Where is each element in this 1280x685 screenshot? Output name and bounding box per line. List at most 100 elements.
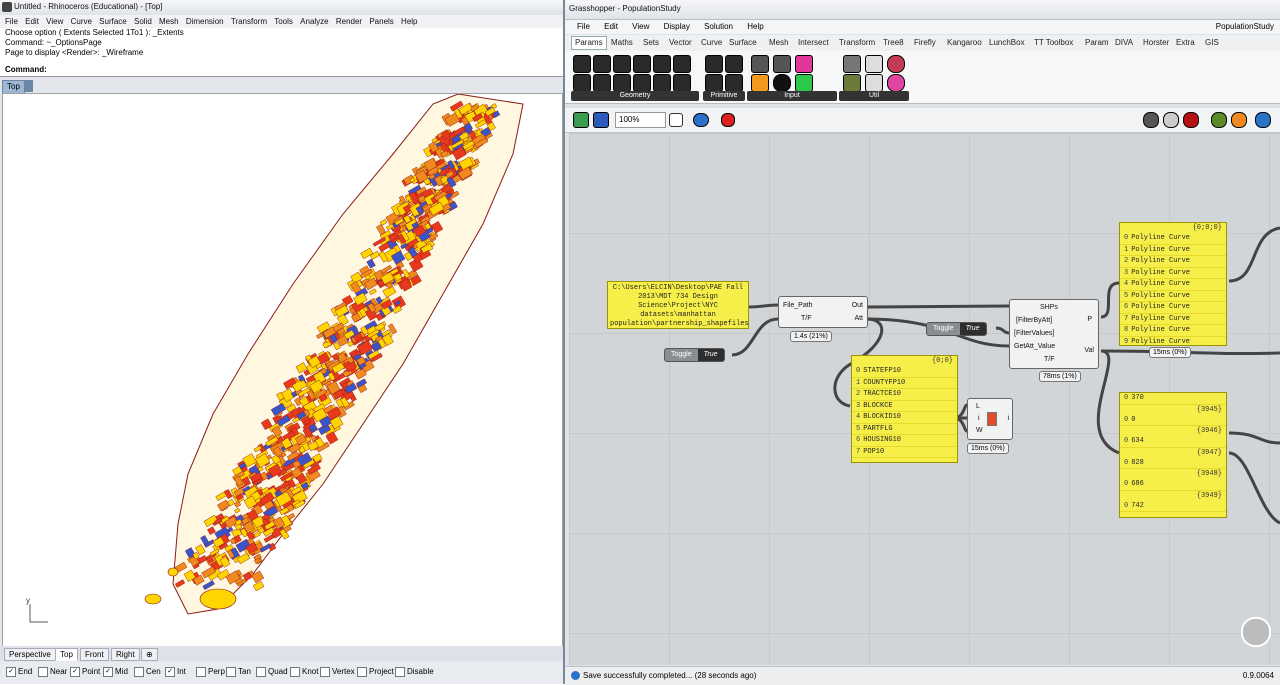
tab-front[interactable]: Front	[80, 648, 109, 661]
menu-solid[interactable]: Solid	[134, 15, 152, 28]
boolean-toggle-1[interactable]: Toggle True	[664, 348, 725, 362]
toggle-1-value[interactable]: True	[697, 349, 724, 361]
osnap-tan[interactable]: Tan	[226, 667, 251, 677]
osnap-checkbox[interactable]	[256, 667, 266, 677]
menu-surface[interactable]: Surface	[99, 15, 127, 28]
values-output-panel[interactable]: 0 370 {3945} 0 0 {3946} 0 634 {3947} 0 828 {3948} 0 6…	[1119, 392, 1227, 518]
util-jump-icon[interactable]	[843, 55, 861, 73]
gh-tab-mesh[interactable]: Mesh	[769, 37, 789, 49]
add-viewport-icon[interactable]: ⊕	[141, 648, 158, 661]
boolean-toggle-2[interactable]: Toggle True	[926, 322, 987, 336]
param-brep-icon[interactable]	[673, 55, 691, 73]
output-p[interactable]: P	[1087, 315, 1092, 324]
osnap-int[interactable]: ✓ Int	[165, 667, 186, 677]
param-line-icon[interactable]	[573, 74, 591, 92]
gh-tab-maths[interactable]: Maths	[611, 37, 633, 49]
open-file-icon[interactable]	[573, 112, 589, 128]
util-panel-icon[interactable]	[865, 55, 883, 73]
input-get-att-value[interactable]: GetAtt_Value	[1014, 342, 1055, 351]
menu-file[interactable]: File	[5, 15, 18, 28]
osnap-checkbox[interactable]	[226, 667, 236, 677]
menu-render[interactable]: Render	[336, 15, 362, 28]
osnap-checkbox[interactable]: ✓	[6, 667, 16, 677]
gh-tab-transform[interactable]: Transform	[839, 37, 875, 49]
menu-help[interactable]: Help	[401, 15, 417, 28]
osnap-perp[interactable]: Perp	[196, 667, 225, 677]
gh-canvas[interactable]: C:\Users\ELCIN\Desktop\PAE Fall 2013\MDT…	[569, 133, 1280, 665]
osnap-quad[interactable]: Quad	[256, 667, 288, 677]
param-circle-icon[interactable]	[593, 55, 611, 73]
output-item[interactable]: i	[1007, 414, 1009, 423]
tab-right[interactable]: Right	[111, 648, 140, 661]
gh-tab-extra[interactable]: Extra	[1176, 37, 1195, 49]
preview-colour-icon[interactable]	[1231, 112, 1247, 128]
input-tf-2[interactable]: T/F	[1044, 355, 1055, 364]
param-curve-icon[interactable]	[613, 55, 631, 73]
input-shps[interactable]: SHPs	[1040, 303, 1058, 312]
osnap-checkbox[interactable]	[395, 667, 405, 677]
param-arc-icon[interactable]	[633, 55, 651, 73]
osnap-vertex[interactable]: Vertex	[320, 667, 355, 677]
input-swatch-icon[interactable]	[795, 55, 813, 73]
osnap-checkbox[interactable]	[357, 667, 367, 677]
gh-tab-lunchbox[interactable]: LunchBox	[989, 37, 1025, 49]
util-scribble-icon[interactable]	[865, 74, 883, 92]
osnap-near[interactable]: Near	[38, 667, 67, 677]
menu-view[interactable]: View	[46, 15, 63, 28]
param-box-icon[interactable]	[653, 55, 671, 73]
gh-tab-firefly[interactable]: Firefly	[914, 37, 936, 49]
util-image-icon[interactable]	[843, 74, 861, 92]
osnap-end[interactable]: ✓ End	[6, 667, 32, 677]
gh-menu-edit[interactable]: Edit	[604, 20, 618, 34]
output-out[interactable]: Out	[852, 301, 863, 310]
osnap-disable[interactable]: Disable	[395, 667, 434, 677]
menu-dimension[interactable]: Dimension	[186, 15, 224, 28]
gh-tab-kangaroo[interactable]: Kangaroo	[947, 37, 982, 49]
read-shapefile-component[interactable]: File_Path T/F Out Att	[778, 296, 868, 328]
menu-tools[interactable]: Tools	[274, 15, 293, 28]
param-mesh-icon[interactable]	[593, 74, 611, 92]
list-item-component[interactable]: L i W i	[967, 398, 1013, 440]
input-tf[interactable]: T/F	[801, 314, 812, 323]
osnap-checkbox[interactable]	[290, 667, 300, 677]
osnap-cen[interactable]: Cen	[134, 667, 161, 677]
param-integer-icon[interactable]	[705, 55, 723, 73]
save-file-icon[interactable]	[593, 112, 609, 128]
menu-panels[interactable]: Panels	[369, 15, 393, 28]
output-att[interactable]: Att	[854, 314, 863, 323]
preview-eye-icon[interactable]	[693, 113, 709, 127]
gh-tab-horster[interactable]: Horster	[1143, 37, 1169, 49]
param-text-icon[interactable]	[705, 74, 723, 92]
osnap-mid[interactable]: ✓ Mid	[103, 667, 128, 677]
input-file-path[interactable]: File_Path	[783, 301, 813, 310]
param-vector-icon[interactable]	[653, 74, 671, 92]
gh-menu-display[interactable]: Display	[664, 20, 690, 34]
viewport-title[interactable]: Top	[2, 80, 25, 94]
input-toggle-icon[interactable]	[751, 55, 769, 73]
gh-tab-intersect[interactable]: Intersect	[798, 37, 829, 49]
menu-curve[interactable]: Curve	[71, 15, 92, 28]
input-filter-by-att[interactable]: [FilterByAtt]	[1016, 316, 1052, 325]
viewport-menu-chevron-icon[interactable]	[25, 80, 33, 92]
gh-tab-surface[interactable]: Surface	[729, 37, 757, 49]
param-plane-icon[interactable]	[613, 74, 631, 92]
gh-tab-gis[interactable]: GIS	[1205, 37, 1219, 49]
shp-filter-component[interactable]: SHPs [FilterByAtt] [FilterValues] GetAtt…	[1009, 299, 1099, 369]
osnap-knot[interactable]: Knot	[290, 667, 318, 677]
param-number-icon[interactable]	[725, 55, 743, 73]
command-line[interactable]: Command:	[0, 63, 563, 77]
menu-transform[interactable]: Transform	[231, 15, 267, 28]
gh-tab-diva[interactable]: DIVA	[1115, 37, 1133, 49]
menu-edit[interactable]: Edit	[25, 15, 39, 28]
util-flask-icon[interactable]	[887, 74, 905, 92]
input-gradient-icon[interactable]	[795, 74, 813, 92]
navigation-compass-icon[interactable]	[1241, 617, 1271, 647]
osnap-checkbox[interactable]	[196, 667, 206, 677]
gh-menu-file[interactable]: File	[577, 20, 590, 34]
attribute-fields-panel[interactable]: {0;0} 0 STATEFP10 1 COUNTYFP10 2 TRACTCE10 3 BL…	[851, 355, 958, 463]
file-path-panel[interactable]: C:\Users\ELCIN\Desktop\PAE Fall 2013\MDT…	[607, 281, 749, 329]
osnap-checkbox[interactable]: ✓	[103, 667, 113, 677]
osnap-project[interactable]: Project	[357, 667, 394, 677]
osnap-checkbox[interactable]	[38, 667, 48, 677]
input-slider-icon[interactable]	[773, 74, 791, 92]
